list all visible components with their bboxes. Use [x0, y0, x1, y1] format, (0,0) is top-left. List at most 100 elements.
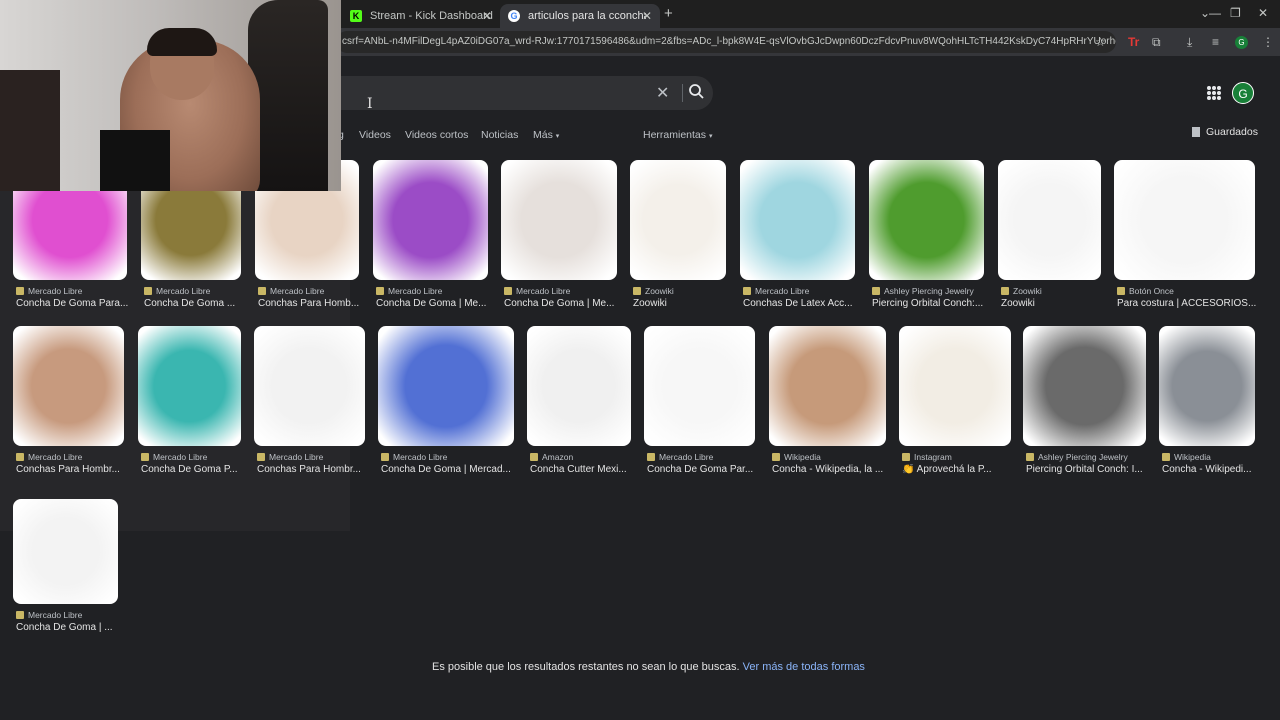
result-source[interactable]: Ashley Piercing Jewelry: [872, 286, 974, 296]
image-result-card[interactable]: Wikipedia Concha - Wikipedi...: [1159, 326, 1255, 486]
result-title[interactable]: Concha De Goma ...: [144, 298, 258, 309]
result-source[interactable]: Mercado Libre: [743, 286, 809, 296]
result-title[interactable]: Concha De Goma | ...: [16, 622, 135, 633]
result-source[interactable]: Amazon: [530, 452, 573, 462]
result-source[interactable]: Zoowiki: [633, 286, 674, 296]
result-source[interactable]: Ashley Piercing Jewelry: [1026, 452, 1128, 462]
image-result-card[interactable]: Zoowiki Zoowiki: [998, 160, 1101, 320]
clear-search-icon[interactable]: ✕: [656, 83, 669, 103]
filter-tab-more[interactable]: Más ▾: [533, 129, 559, 141]
result-title[interactable]: Conchas Para Hombr...: [16, 464, 141, 475]
result-source[interactable]: Mercado Libre: [141, 452, 207, 462]
image-result-card[interactable]: Mercado Libre Conchas Para Hombr...: [13, 326, 124, 486]
result-source[interactable]: Mercado Libre: [16, 610, 82, 620]
result-title[interactable]: Concha De Goma | Me...: [504, 298, 634, 309]
result-source[interactable]: Mercado Libre: [504, 286, 570, 296]
result-thumbnail[interactable]: [13, 499, 118, 604]
result-source[interactable]: Mercado Libre: [647, 452, 713, 462]
filter-tab-short-videos[interactable]: Videos cortos: [405, 129, 468, 141]
extensions-puzzle-icon[interactable]: ⧉: [1152, 35, 1161, 50]
result-thumbnail[interactable]: [373, 160, 488, 280]
result-title[interactable]: Concha De Goma Par...: [647, 464, 772, 475]
result-source[interactable]: Mercado Libre: [376, 286, 442, 296]
result-title[interactable]: Conchas Para Hombr...: [257, 464, 382, 475]
image-result-card[interactable]: Mercado Libre Concha De Goma Par...: [644, 326, 755, 486]
result-thumbnail[interactable]: [869, 160, 984, 280]
result-thumbnail[interactable]: [138, 326, 241, 446]
profile-icon[interactable]: G: [1235, 36, 1248, 49]
result-thumbnail[interactable]: [1023, 326, 1146, 446]
result-thumbnail[interactable]: [13, 326, 124, 446]
result-source[interactable]: Botón Once: [1117, 286, 1174, 296]
account-avatar[interactable]: G: [1232, 82, 1254, 104]
result-title[interactable]: Concha De Goma | Me...: [376, 298, 505, 309]
result-title[interactable]: Conchas De Latex Acc...: [743, 298, 872, 309]
image-result-card[interactable]: Zoowiki Zoowiki: [630, 160, 726, 320]
bookmark-star-icon[interactable]: ☆: [1095, 35, 1106, 49]
kebab-menu-icon[interactable]: ⋮: [1262, 35, 1274, 49]
new-tab-icon[interactable]: +: [664, 5, 673, 22]
result-thumbnail[interactable]: [1159, 326, 1255, 446]
google-apps-icon[interactable]: [1207, 86, 1221, 100]
result-thumbnail[interactable]: [769, 326, 886, 446]
result-source[interactable]: Mercado Libre: [16, 286, 82, 296]
result-thumbnail[interactable]: [998, 160, 1101, 280]
result-thumbnail[interactable]: [527, 326, 631, 446]
image-result-card[interactable]: Ashley Piercing Jewelry Piercing Orbital …: [1023, 326, 1146, 486]
search-input[interactable]: ✕: [330, 76, 713, 110]
result-source[interactable]: Mercado Libre: [257, 452, 323, 462]
restore-icon[interactable]: ❐: [1230, 6, 1241, 20]
image-result-card[interactable]: Mercado Libre Conchas Para Hombr...: [254, 326, 365, 486]
result-title[interactable]: Concha Cutter Mexi...: [530, 464, 648, 475]
image-result-card[interactable]: Instagram 👏 Aprovechá la P...: [899, 326, 1011, 486]
result-source[interactable]: Wikipedia: [1162, 452, 1211, 462]
image-result-card[interactable]: Amazon Concha Cutter Mexi...: [527, 326, 631, 486]
result-source[interactable]: Mercado Libre: [258, 286, 324, 296]
result-thumbnail[interactable]: [501, 160, 617, 280]
filter-tab-videos[interactable]: Videos: [359, 129, 391, 141]
tools-button[interactable]: Herramientas ▾: [643, 129, 712, 141]
image-result-card[interactable]: Ashley Piercing Jewelry Piercing Orbital …: [869, 160, 984, 320]
image-result-card[interactable]: Mercado Libre Concha De Goma | Mercad...: [378, 326, 514, 486]
address-bar[interactable]: csrf=ANbL-n4MFilDegL4pAZ0iDG07a_wrd-RJw:…: [336, 31, 1116, 53]
result-thumbnail[interactable]: [740, 160, 855, 280]
result-title[interactable]: Piercing Orbital Conch:...: [872, 298, 1001, 309]
image-result-card[interactable]: Mercado Libre Concha De Goma | ...: [13, 499, 118, 644]
close-tab-icon[interactable]: ✕: [642, 9, 652, 23]
result-source[interactable]: Instagram: [902, 452, 952, 462]
image-result-card[interactable]: Botón Once Para costura | ACCESORIOS...: [1114, 160, 1256, 320]
filter-tab-news[interactable]: Noticias: [481, 129, 518, 141]
close-window-icon[interactable]: ✕: [1258, 6, 1268, 20]
result-thumbnail[interactable]: [644, 326, 755, 446]
result-thumbnail[interactable]: [899, 326, 1011, 446]
result-title[interactable]: Concha De Goma P...: [141, 464, 258, 475]
result-title[interactable]: Zoowiki: [633, 298, 743, 309]
result-title[interactable]: Conchas Para Homb...: [258, 298, 376, 309]
result-thumbnail[interactable]: [378, 326, 514, 446]
result-title[interactable]: Concha - Wikipedia, la ...: [772, 464, 903, 475]
download-icon[interactable]: ⤓: [1187, 35, 1192, 50]
saved-button[interactable]: Guardados: [1192, 126, 1258, 138]
image-result-card[interactable]: Mercado Libre Concha De Goma | Me...: [373, 160, 488, 320]
result-title[interactable]: Piercing Orbital Conch: I...: [1026, 464, 1163, 475]
extension-red-icon[interactable]: Tr: [1128, 35, 1139, 49]
tab-google-search[interactable]: G articulos para la cconcha - Busc ✕: [500, 4, 660, 28]
result-source[interactable]: Wikipedia: [772, 452, 821, 462]
close-tab-icon[interactable]: ✕: [482, 9, 492, 23]
result-source[interactable]: Mercado Libre: [381, 452, 447, 462]
result-title[interactable]: Concha De Goma | Mercad...: [381, 464, 531, 475]
result-source[interactable]: Zoowiki: [1001, 286, 1042, 296]
result-thumbnail[interactable]: [254, 326, 365, 446]
search-icon[interactable]: [687, 82, 707, 102]
media-queue-icon[interactable]: ≡: [1212, 35, 1219, 49]
result-source[interactable]: Mercado Libre: [144, 286, 210, 296]
see-more-link[interactable]: Ver más de todas formas: [743, 661, 865, 673]
image-result-card[interactable]: Mercado Libre Concha De Goma P...: [138, 326, 241, 486]
minimize-icon[interactable]: —: [1209, 6, 1221, 20]
result-title[interactable]: 👏 Aprovechá la P...: [902, 464, 1028, 475]
image-result-card[interactable]: Mercado Libre Concha De Goma | Me...: [501, 160, 617, 320]
result-thumbnail[interactable]: [630, 160, 726, 280]
result-title[interactable]: Para costura | ACCESORIOS...: [1117, 298, 1272, 309]
result-title[interactable]: Concha De Goma Para...: [16, 298, 144, 309]
result-title[interactable]: Zoowiki: [1001, 298, 1118, 309]
